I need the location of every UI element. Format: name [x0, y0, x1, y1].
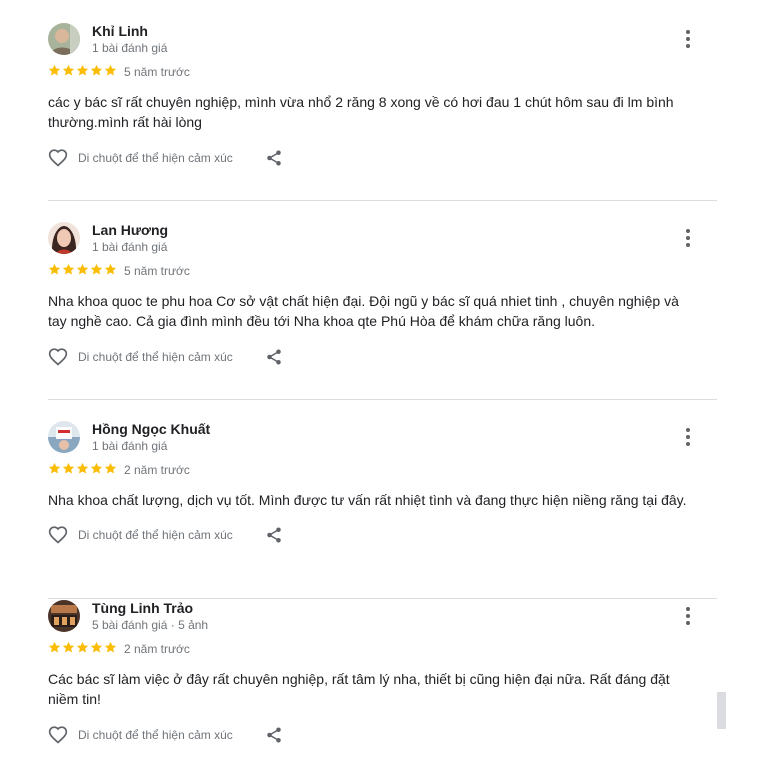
review-time: 2 năm trước — [124, 463, 190, 477]
review-time: 5 năm trước — [124, 264, 190, 278]
reviewer-meta: 1 bài đánh giá — [92, 439, 168, 453]
star-icon — [90, 263, 103, 275]
star-icon — [48, 641, 61, 653]
more-options-icon[interactable] — [680, 27, 696, 51]
more-options-icon[interactable] — [680, 604, 696, 628]
review-actions: Di chuột để thể hiện cảm xúc — [48, 346, 283, 368]
reaction-hint: Di chuột để thể hiện cảm xúc — [78, 151, 233, 165]
review-time: 5 năm trước — [124, 65, 190, 79]
review-card: Hồng Ngọc Khuất 1 bài đánh giá 2 năm trư… — [48, 421, 717, 599]
star-icon — [90, 64, 103, 76]
review-actions: Di chuột để thể hiện cảm xúc — [48, 147, 283, 169]
reviewer-avatar[interactable] — [48, 421, 80, 453]
share-icon[interactable] — [265, 726, 283, 744]
share-icon[interactable] — [265, 149, 283, 167]
star-icon — [104, 263, 117, 275]
review-card: Tùng Linh Trảo 5 bài đánh giá · 5 ảnh 2 … — [48, 600, 717, 778]
review-actions: Di chuột để thể hiện cảm xúc — [48, 524, 283, 546]
reviewer-avatar[interactable] — [48, 23, 80, 55]
star-icon — [104, 462, 117, 474]
review-card: Lan Hương 1 bài đánh giá 5 năm trước Nha… — [48, 222, 717, 400]
review-time: 2 năm trước — [124, 642, 190, 656]
reaction-hint: Di chuột để thể hiện cảm xúc — [78, 350, 233, 364]
reviewer-meta: 1 bài đánh giá — [92, 240, 168, 254]
share-icon[interactable] — [265, 526, 283, 544]
star-icon — [76, 641, 89, 653]
star-icon — [90, 641, 103, 653]
heart-icon[interactable] — [48, 525, 68, 545]
reviewer-avatar[interactable] — [48, 600, 80, 632]
star-rating — [48, 641, 117, 655]
reaction-hint: Di chuột để thể hiện cảm xúc — [78, 728, 233, 742]
heart-icon[interactable] — [48, 148, 68, 168]
reviewer-name[interactable]: Tùng Linh Trảo — [92, 600, 193, 616]
review-text: Nha khoa quoc te phu hoa Cơ sở vật chất … — [48, 293, 679, 329]
star-icon — [48, 64, 61, 76]
star-icon — [76, 462, 89, 474]
scrollbar-thumb[interactable] — [717, 692, 726, 729]
review-text: Các bác sĩ làm việc ở đây rất chuyên ngh… — [48, 671, 670, 707]
star-icon — [104, 64, 117, 76]
star-icon — [104, 641, 117, 653]
review-text: các y bác sĩ rất chuyên nghiệp, mình vừa… — [48, 94, 674, 130]
reviewer-avatar[interactable] — [48, 222, 80, 254]
review-actions: Di chuột để thể hiện cảm xúc — [48, 724, 283, 746]
reviewer-name[interactable]: Hồng Ngọc Khuất — [92, 421, 210, 437]
reviewer-meta: 5 bài đánh giá · 5 ảnh — [92, 618, 209, 632]
reaction-hint: Di chuột để thể hiện cảm xúc — [78, 528, 233, 542]
review-text: Nha khoa chất lượng, dịch vụ tốt. Mình đ… — [48, 492, 687, 508]
heart-icon[interactable] — [48, 347, 68, 367]
heart-icon[interactable] — [48, 725, 68, 745]
reviewer-name[interactable]: Khỉ Linh — [92, 23, 148, 39]
more-options-icon[interactable] — [680, 226, 696, 250]
star-icon — [62, 462, 75, 474]
star-icon — [62, 641, 75, 653]
star-icon — [48, 263, 61, 275]
star-rating — [48, 263, 117, 277]
reviewer-meta: 1 bài đánh giá — [92, 41, 168, 55]
more-options-icon[interactable] — [680, 425, 696, 449]
share-icon[interactable] — [265, 348, 283, 366]
star-icon — [90, 462, 103, 474]
star-icon — [48, 462, 61, 474]
star-icon — [62, 64, 75, 76]
star-icon — [62, 263, 75, 275]
review-card: Khỉ Linh 1 bài đánh giá 5 năm trước các … — [48, 23, 717, 201]
star-rating — [48, 64, 117, 78]
star-icon — [76, 263, 89, 275]
star-rating — [48, 462, 117, 476]
reviewer-name[interactable]: Lan Hương — [92, 222, 168, 238]
star-icon — [76, 64, 89, 76]
